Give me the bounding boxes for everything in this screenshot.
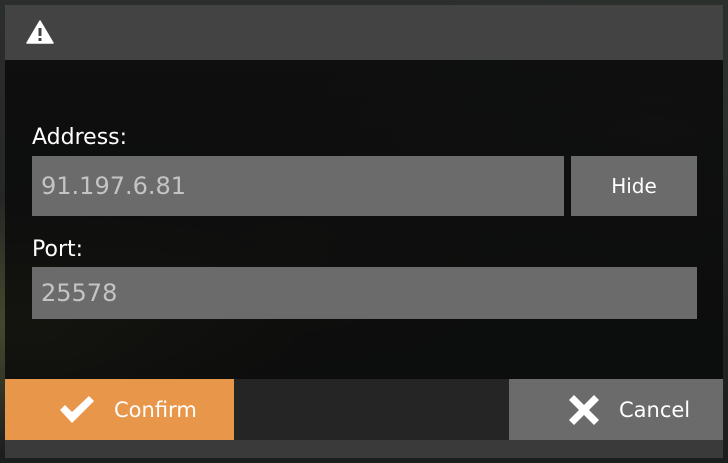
- port-label: Port:: [32, 237, 84, 262]
- confirm-button[interactable]: Confirm: [5, 379, 234, 440]
- dialog-bottom-strip: [5, 440, 723, 458]
- checkmark-icon: [60, 396, 94, 423]
- address-label: Address:: [32, 125, 128, 150]
- server-address-dialog: Address: 91.197.6.81 Hide Port: 25578 Co…: [5, 5, 723, 458]
- dialog-titlebar: [5, 5, 723, 60]
- confirm-label: Confirm: [114, 397, 197, 422]
- port-field[interactable]: 25578: [32, 267, 697, 319]
- cancel-label: Cancel: [619, 397, 691, 422]
- address-field[interactable]: 91.197.6.81: [32, 156, 564, 216]
- port-value: 25578: [41, 279, 118, 307]
- cancel-button[interactable]: Cancel: [509, 379, 723, 440]
- close-icon: [569, 395, 599, 425]
- address-value: 91.197.6.81: [41, 172, 187, 200]
- dialog-footer: Confirm Cancel: [5, 379, 723, 440]
- hide-button[interactable]: Hide: [571, 156, 697, 216]
- warning-icon: [26, 20, 54, 44]
